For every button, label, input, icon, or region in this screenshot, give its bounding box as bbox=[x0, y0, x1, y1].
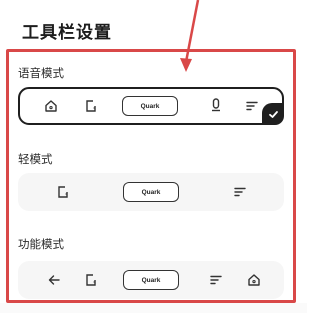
menu-icon bbox=[233, 185, 247, 199]
tabs-icon bbox=[56, 185, 70, 199]
quark-label: Quark bbox=[123, 270, 179, 290]
menu-icon bbox=[209, 273, 223, 287]
section-label-voice-mode: 语音模式 bbox=[18, 66, 64, 80]
section-label-function-mode: 功能模式 bbox=[18, 237, 64, 251]
home-icon bbox=[44, 99, 58, 113]
section-label-light-mode: 轻模式 bbox=[18, 152, 53, 166]
quark-label: Quark bbox=[123, 182, 179, 202]
quark-button: Quark bbox=[123, 270, 179, 290]
bottom-divider bbox=[0, 303, 307, 313]
quark-button: Quark bbox=[122, 96, 178, 116]
tabs-icon bbox=[84, 99, 98, 113]
toolbar-option-function-mode[interactable]: Quark bbox=[18, 261, 284, 299]
quark-label: Quark bbox=[122, 96, 178, 116]
menu-icon bbox=[245, 99, 259, 113]
tabs-icon bbox=[84, 273, 98, 287]
quark-button: Quark bbox=[123, 182, 179, 202]
toolbar-option-light-mode[interactable]: Quark bbox=[18, 173, 284, 211]
toolbar-option-voice-mode[interactable]: Quark bbox=[18, 87, 284, 125]
back-arrow-icon bbox=[47, 273, 61, 287]
microphone-icon bbox=[209, 98, 223, 114]
home-icon bbox=[247, 273, 261, 287]
selected-check-icon bbox=[262, 103, 284, 125]
page-title: 工具栏设置 bbox=[22, 23, 112, 43]
